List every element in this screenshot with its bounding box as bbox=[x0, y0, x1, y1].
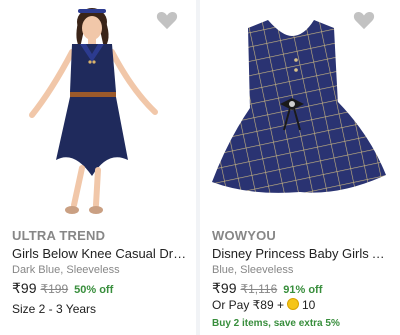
product-title[interactable]: Girls Below Knee Casual Dress bbox=[12, 246, 187, 261]
product-card[interactable]: ULTRA TREND Girls Below Knee Casual Dres… bbox=[0, 0, 195, 335]
heart-icon[interactable] bbox=[156, 10, 178, 30]
coin-value: 10 bbox=[302, 298, 316, 312]
pay-prefix: Or Pay ₹89 + bbox=[212, 298, 284, 312]
product-card[interactable]: WOWYOU Disney Princess Baby Girls Above.… bbox=[200, 0, 400, 335]
product-brand: WOWYOU bbox=[212, 228, 277, 243]
price-row: ₹99 ₹1,116 91% off bbox=[212, 280, 322, 297]
product-brand: ULTRA TREND bbox=[12, 228, 106, 243]
pay-with-coins: Or Pay ₹89 + 10 bbox=[212, 298, 315, 312]
product-size: Size 2 - 3 Years bbox=[12, 302, 97, 316]
product-discount: 91% off bbox=[283, 284, 323, 296]
heart-icon[interactable] bbox=[353, 10, 375, 30]
price-row: ₹99 ₹199 50% off bbox=[12, 280, 113, 297]
coin-icon bbox=[287, 298, 299, 310]
product-discount: 50% off bbox=[74, 284, 114, 296]
product-image[interactable] bbox=[0, 0, 195, 220]
product-title[interactable]: Disney Princess Baby Girls Above... bbox=[212, 246, 392, 261]
product-price: ₹99 bbox=[212, 280, 237, 296]
product-image[interactable] bbox=[200, 0, 400, 220]
product-variant: Blue, Sleeveless bbox=[212, 264, 294, 276]
offer-text: Buy 2 items, save extra 5% bbox=[212, 318, 340, 329]
product-variant: Dark Blue, Sleeveless bbox=[12, 264, 120, 276]
product-mrp: ₹1,116 bbox=[240, 282, 278, 296]
product-mrp: ₹199 bbox=[40, 282, 69, 296]
product-price: ₹99 bbox=[12, 280, 37, 296]
